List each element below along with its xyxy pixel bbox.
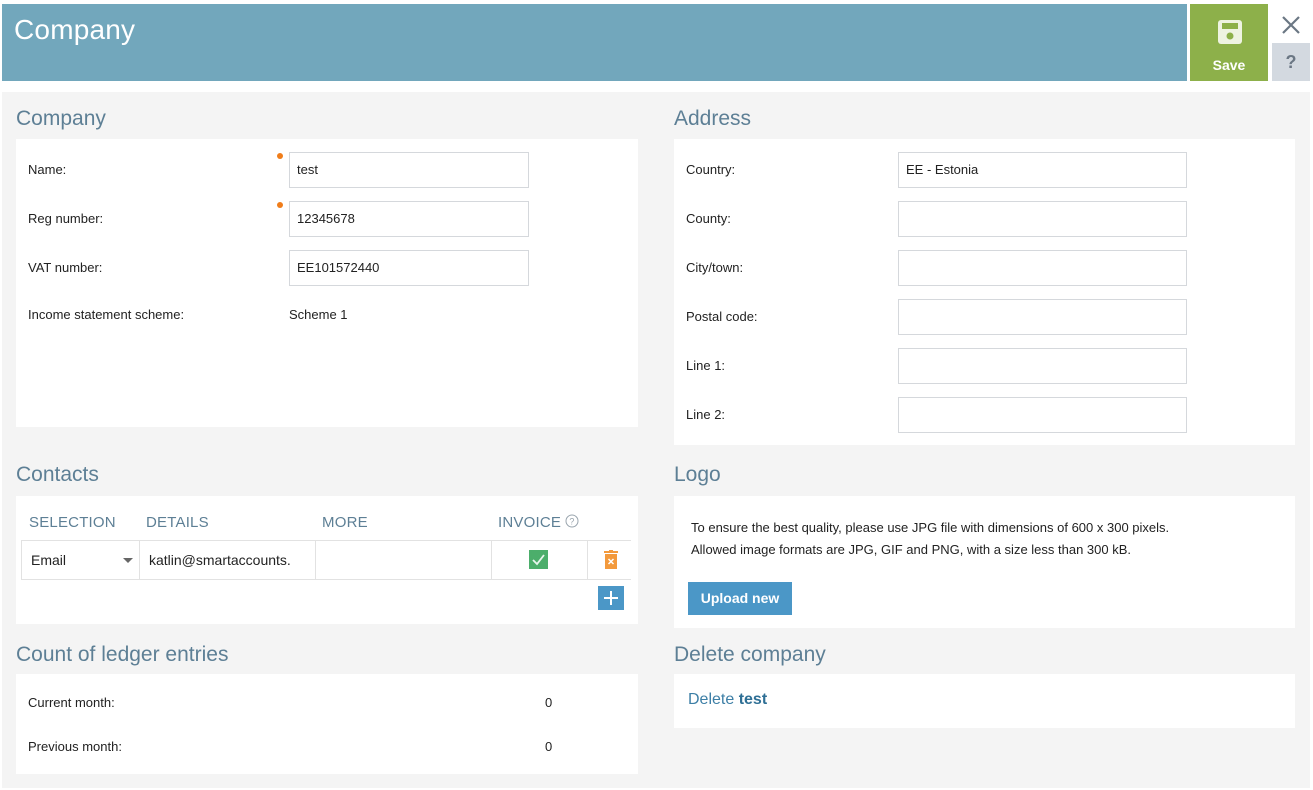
selection-dropdown[interactable]: Email xyxy=(21,541,139,579)
reg-number-label: Reg number: xyxy=(28,211,104,226)
contact-row: Email katlin@smartaccounts. xyxy=(21,540,631,580)
close-button[interactable] xyxy=(1272,6,1310,42)
page-title: Company xyxy=(14,14,136,45)
county-input[interactable] xyxy=(898,201,1187,237)
line1-label: Line 1: xyxy=(686,358,726,373)
help-button[interactable]: ? xyxy=(1272,43,1310,81)
address-panel: Country: EE - Estonia County: City/town:… xyxy=(674,139,1295,445)
content-area: Company Name: test Reg number: 12345678 … xyxy=(2,92,1310,788)
city-input[interactable] xyxy=(898,250,1187,286)
previous-month-value: 0 xyxy=(545,739,553,754)
delete-section-title: Delete company xyxy=(674,643,826,666)
close-icon xyxy=(1282,16,1300,34)
delete-company-name: test xyxy=(738,691,768,708)
trash-icon[interactable] xyxy=(604,550,618,569)
ledger-section-title: Count of ledger entries xyxy=(16,643,229,666)
postal-code-label: Postal code: xyxy=(686,309,758,324)
city-label: City/town: xyxy=(686,260,744,275)
reg-number-input[interactable]: 12345678 xyxy=(289,201,529,237)
add-contact-button[interactable] xyxy=(598,586,624,610)
country-label: Country: xyxy=(686,162,736,177)
vat-number-input[interactable]: EE101572440 xyxy=(289,250,529,286)
delete-prefix: Delete xyxy=(688,691,735,708)
company-panel: Name: test Reg number: 12345678 VAT numb… xyxy=(16,139,638,427)
postal-code-input[interactable] xyxy=(898,299,1187,335)
column-header-selection: SELECTION xyxy=(29,514,116,531)
contacts-panel: SELECTION DETAILS MORE INVOICE ? Email k… xyxy=(16,496,638,624)
invoice-header-label: INVOICE xyxy=(498,514,562,531)
save-label: Save xyxy=(1212,57,1246,73)
previous-month-label: Previous month: xyxy=(28,739,122,754)
scheme-label: Income statement scheme: xyxy=(28,307,185,322)
column-header-invoice: INVOICE ? xyxy=(498,514,579,531)
more-input[interactable] xyxy=(315,541,491,579)
county-label: County: xyxy=(686,211,731,226)
current-month-value: 0 xyxy=(545,695,553,710)
name-input[interactable]: test xyxy=(289,152,529,188)
contacts-section-title: Contacts xyxy=(16,463,99,486)
checkbox-checked-icon[interactable] xyxy=(529,550,548,569)
company-section-title: Company xyxy=(16,107,106,130)
scheme-value: Scheme 1 xyxy=(289,307,348,322)
column-header-details: DETAILS xyxy=(146,514,209,531)
delete-company-link[interactable]: Delete test xyxy=(688,691,767,709)
line2-input[interactable] xyxy=(898,397,1187,433)
column-header-more: MORE xyxy=(322,514,368,531)
selection-value: Email xyxy=(31,552,67,568)
upload-new-button[interactable]: Upload new xyxy=(688,582,792,615)
required-indicator xyxy=(277,153,283,159)
help-circle-icon[interactable]: ? xyxy=(565,514,579,528)
ledger-panel: Current month: 0 Previous month: 0 xyxy=(16,674,638,774)
country-input[interactable]: EE - Estonia xyxy=(898,152,1187,188)
chevron-down-icon xyxy=(123,558,133,563)
current-month-label: Current month: xyxy=(28,695,115,710)
page-header: Company xyxy=(2,4,1187,81)
name-label: Name: xyxy=(28,162,67,177)
save-button[interactable]: Save xyxy=(1190,4,1268,81)
floppy-disk-icon xyxy=(1218,20,1242,44)
svg-text:?: ? xyxy=(570,517,575,527)
logo-hint-line2: Allowed image formats are JPG, GIF and P… xyxy=(691,542,1132,557)
logo-section-title: Logo xyxy=(674,463,721,486)
details-input[interactable]: katlin@smartaccounts. xyxy=(139,541,315,579)
line2-label: Line 2: xyxy=(686,407,726,422)
plus-icon xyxy=(604,591,618,605)
address-section-title: Address xyxy=(674,107,752,130)
line1-input[interactable] xyxy=(898,348,1187,384)
delete-panel: Delete test xyxy=(674,674,1295,728)
invoice-checkbox-cell xyxy=(491,541,588,579)
required-indicator xyxy=(277,202,283,208)
vat-number-label: VAT number: xyxy=(28,260,103,275)
logo-hint-line1: To ensure the best quality, please use J… xyxy=(691,520,1170,535)
logo-panel: To ensure the best quality, please use J… xyxy=(674,496,1295,628)
